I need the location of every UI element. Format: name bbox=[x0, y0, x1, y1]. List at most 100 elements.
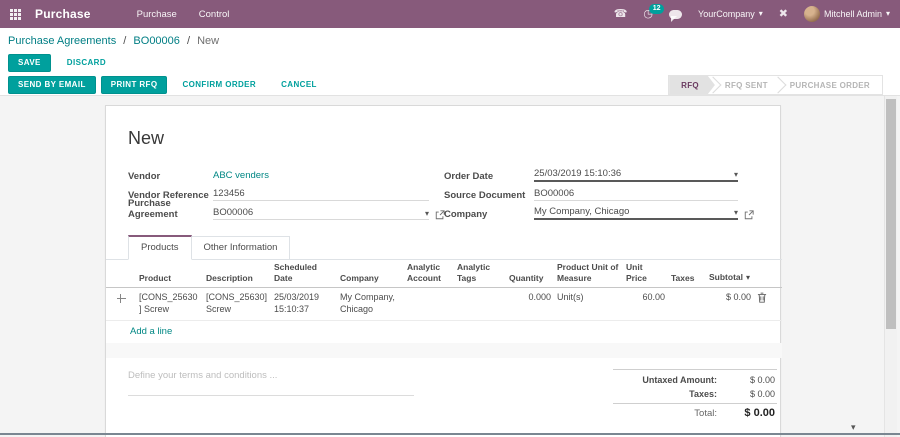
cell-company[interactable]: My Company, Chicago bbox=[337, 287, 404, 321]
vendor-reference-input[interactable]: 123456 bbox=[213, 188, 429, 201]
delete-row-icon[interactable] bbox=[757, 292, 767, 303]
breadcrumb: Purchase Agreements / BO00006 / New bbox=[8, 35, 219, 47]
status-step-rfq[interactable]: RFQ bbox=[669, 76, 715, 94]
messages-icon[interactable] bbox=[669, 9, 683, 22]
col-analytic-account[interactable]: Analytic Account bbox=[404, 260, 454, 289]
record-title: New bbox=[128, 128, 165, 148]
field-source-document: Source Document BO00006 bbox=[444, 187, 774, 201]
purchase-agreement-label: Purchase Agreement bbox=[128, 198, 178, 220]
terms-and-conditions-input[interactable]: Define your terms and conditions ... bbox=[128, 366, 414, 396]
breadcrumb-bo00006[interactable]: BO00006 bbox=[133, 35, 179, 47]
app-name: Purchase bbox=[35, 7, 91, 21]
cell-uom[interactable]: Unit(s) bbox=[554, 287, 623, 321]
chevron-down-icon: ▾ bbox=[758, 9, 763, 18]
order-line-row[interactable]: [CONS_25630] Screw [CONS_25630] Screw 25… bbox=[106, 287, 782, 321]
col-analytic-tags[interactable]: Analytic Tags bbox=[454, 260, 506, 289]
cell-quantity[interactable]: 0.000 bbox=[506, 287, 554, 321]
bottom-edge-divider bbox=[0, 433, 900, 435]
dropdown-caret-icon[interactable]: ▾ bbox=[425, 210, 429, 218]
taxes-label: Taxes: bbox=[689, 389, 717, 399]
cell-taxes[interactable] bbox=[668, 287, 706, 321]
source-document-input[interactable]: BO00006 bbox=[534, 188, 738, 201]
top-navbar: Purchase Purchase Control ☎ ◷ 12 YourCom… bbox=[0, 0, 900, 28]
total-row: Total: $ 0.00 bbox=[613, 403, 777, 421]
notebook-tabs: Products Other Information bbox=[106, 235, 782, 260]
menu-purchase[interactable]: Purchase bbox=[137, 9, 177, 20]
col-description[interactable]: Description bbox=[203, 260, 271, 289]
tab-products[interactable]: Products bbox=[128, 235, 192, 260]
breadcrumb-separator: / bbox=[123, 35, 127, 47]
user-name: Mitchell Admin bbox=[823, 9, 882, 19]
menu-control[interactable]: Control bbox=[199, 9, 230, 20]
dropdown-caret-icon[interactable]: ▾ bbox=[734, 209, 738, 217]
company-switcher[interactable]: YourCompany ▾ bbox=[698, 9, 763, 19]
taxes-value: $ 0.00 bbox=[749, 389, 775, 399]
order-date-input[interactable]: 25/03/2019 15:10:36 ▾ bbox=[534, 168, 738, 182]
status-step-purchase-order[interactable]: PURCHASE ORDER bbox=[777, 76, 882, 94]
send-by-email-button[interactable]: SEND BY EMAIL bbox=[8, 76, 96, 94]
cell-subtotal: $ 0.00 bbox=[706, 287, 754, 321]
purchase-agreement-input[interactable]: BO00006 ▾ bbox=[213, 207, 429, 220]
col-product[interactable]: Product bbox=[136, 260, 203, 289]
company-input[interactable]: My Company, Chicago ▾ bbox=[534, 206, 738, 220]
activities-menu[interactable]: ◷ 12 bbox=[643, 3, 665, 20]
total-value: $ 0.00 bbox=[744, 407, 775, 419]
scrollbar-thumb[interactable] bbox=[886, 99, 896, 329]
cell-description[interactable]: [CONS_25630] Screw bbox=[203, 287, 271, 321]
odoo-purchase-window: Purchase Purchase Control ☎ ◷ 12 YourCom… bbox=[0, 0, 900, 437]
table-header-row: Product Description Scheduled Date Compa… bbox=[106, 260, 782, 289]
edit-actions-row: SAVE DISCARD bbox=[8, 54, 116, 72]
drag-handle-icon[interactable] bbox=[116, 294, 126, 304]
field-purchase-agreement: Purchase Agreement BO00006 ▾ bbox=[128, 198, 448, 220]
add-a-line-link[interactable]: Add a line bbox=[130, 326, 172, 337]
control-panel: Purchase Agreements / BO00006 / New SAVE… bbox=[0, 28, 900, 96]
confirm-order-button[interactable]: CONFIRM ORDER bbox=[172, 76, 266, 94]
col-subtotal[interactable]: Subtotal ▾ bbox=[706, 260, 754, 289]
cell-product[interactable]: [CONS_25630] Screw bbox=[136, 287, 203, 321]
vendor-label: Vendor bbox=[128, 171, 161, 182]
apps-menu-icon[interactable] bbox=[10, 8, 21, 20]
cell-delete bbox=[754, 287, 782, 321]
cell-analytic-account[interactable] bbox=[404, 287, 454, 321]
company-label: Company bbox=[444, 209, 488, 220]
tab-other-information[interactable]: Other Information bbox=[191, 236, 291, 260]
chevron-down-icon: ▾ bbox=[885, 9, 890, 18]
action-buttons-row: SEND BY EMAIL PRINT RFQ CONFIRM ORDER CA… bbox=[8, 76, 327, 94]
vertical-scrollbar[interactable] bbox=[884, 96, 897, 437]
col-quantity[interactable]: Quantity bbox=[506, 260, 554, 289]
company-switcher-label: YourCompany bbox=[698, 9, 755, 19]
breadcrumb-current: New bbox=[197, 35, 220, 47]
col-actions bbox=[754, 260, 782, 289]
cell-scheduled-date[interactable]: 25/03/2019 15:10:37 bbox=[271, 287, 337, 321]
phone-icon[interactable]: ☎ bbox=[614, 8, 628, 20]
dropdown-caret-icon[interactable]: ▾ bbox=[734, 171, 738, 179]
col-unit-price[interactable]: Unit Price bbox=[623, 260, 668, 289]
save-button[interactable]: SAVE bbox=[8, 54, 51, 72]
status-bar: RFQ RFQ SENT PURCHASE ORDER bbox=[668, 75, 883, 95]
discard-button[interactable]: DISCARD bbox=[57, 54, 116, 72]
print-rfq-button[interactable]: PRINT RFQ bbox=[100, 76, 168, 94]
cell-analytic-tags[interactable] bbox=[454, 287, 506, 321]
untaxed-amount-row: Untaxed Amount: $ 0.00 bbox=[613, 373, 777, 387]
col-scheduled-date[interactable]: Scheduled Date bbox=[271, 260, 337, 289]
form-sheet: New Vendor ABC venders Vendor Reference … bbox=[105, 105, 782, 437]
optional-columns-caret-icon[interactable]: ▾ bbox=[746, 273, 750, 282]
cancel-button[interactable]: CANCEL bbox=[271, 76, 327, 94]
vendor-value[interactable]: ABC venders bbox=[213, 170, 429, 182]
col-company[interactable]: Company bbox=[337, 260, 404, 289]
taxes-row: Taxes: $ 0.00 bbox=[613, 387, 777, 401]
row-handle-cell bbox=[106, 287, 136, 321]
total-label: Total: bbox=[694, 408, 717, 419]
col-taxes[interactable]: Taxes bbox=[668, 260, 706, 289]
add-line-row: Add a line bbox=[106, 320, 782, 343]
empty-stripe-row bbox=[106, 342, 782, 358]
close-icon[interactable]: ✖ bbox=[779, 8, 788, 20]
col-uom[interactable]: Product Unit of Measure bbox=[554, 260, 623, 289]
form-view: New Vendor ABC venders Vendor Reference … bbox=[0, 96, 900, 437]
scroll-down-caret-icon[interactable]: ▾ bbox=[851, 422, 856, 433]
untaxed-amount-label: Untaxed Amount: bbox=[642, 375, 717, 385]
cell-unit-price[interactable]: 60.00 bbox=[623, 287, 668, 321]
breadcrumb-purchase-agreements[interactable]: Purchase Agreements bbox=[8, 35, 116, 47]
user-menu[interactable]: Mitchell Admin ▾ bbox=[803, 6, 890, 22]
external-link-icon[interactable] bbox=[744, 210, 754, 220]
